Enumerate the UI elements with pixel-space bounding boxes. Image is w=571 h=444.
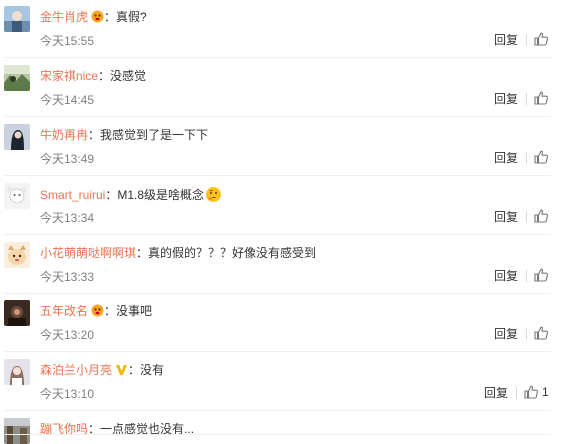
- comment-time: 今天13:49: [40, 152, 95, 166]
- comment-text: M1.8级是啥概念: [117, 188, 205, 202]
- comment-time: 今天14:45: [40, 93, 95, 107]
- comment-item: 金牛肖虎 ：真假? 今天15:55 回复: [0, 0, 571, 58]
- thumbs-up-icon: [534, 150, 548, 164]
- comment-item: 宋家祺nice：没感觉 今天14:45 回复: [0, 59, 571, 117]
- like-button[interactable]: [533, 208, 549, 224]
- thumbs-up-icon: [534, 32, 548, 46]
- reply-button[interactable]: 回复: [494, 151, 518, 165]
- thumbs-up-icon: [524, 385, 538, 399]
- comment-text: 没事吧: [116, 304, 153, 318]
- reply-button[interactable]: 回复: [494, 210, 518, 224]
- like-button[interactable]: [533, 267, 549, 283]
- colon-separator: ：: [98, 69, 111, 83]
- thumbs-up-icon: [534, 209, 548, 223]
- avatar[interactable]: [4, 183, 30, 209]
- like-count: 1: [542, 385, 549, 399]
- thumbs-up-icon: [534, 326, 548, 340]
- divider: [526, 152, 527, 164]
- comment-text: 我感觉到了是一下下: [100, 128, 209, 142]
- comment-text: 真的假的？？？好像没有感受到: [148, 246, 317, 260]
- colon-separator: ：: [88, 128, 101, 142]
- like-button[interactable]: [533, 31, 549, 47]
- like-button[interactable]: 1: [523, 384, 549, 400]
- reply-button[interactable]: 回复: [484, 386, 508, 400]
- username-link[interactable]: 宋家祺nice: [40, 69, 98, 83]
- comment-item: 五年改名 ：没事吧 今天13:20 回复: [0, 294, 571, 352]
- comment-item: 小花萌萌哒啊啊琪：真的假的？？？好像没有感受到 今天13:33 回复: [0, 236, 571, 294]
- avatar[interactable]: [4, 300, 30, 326]
- comment-item: Smart_ruirui：M1.8级是啥概念 今天13:34 回复: [0, 177, 571, 235]
- like-button[interactable]: [533, 90, 549, 106]
- divider: [526, 328, 527, 340]
- comment-line: 小花萌萌哒啊啊琪：真的假的？？？好像没有感受到: [40, 245, 316, 261]
- comment-line: 牛奶再冉：我感觉到了是一下下: [40, 127, 208, 143]
- divider: [526, 93, 527, 105]
- comment-text: 没感觉: [110, 69, 147, 83]
- username-link[interactable]: 森泊兰小月亮: [40, 363, 112, 377]
- comment-line: 宋家祺nice：没感觉: [40, 68, 146, 84]
- divider: [516, 387, 517, 399]
- avatar[interactable]: [4, 65, 30, 91]
- username-link[interactable]: 牛奶再冉: [40, 128, 88, 142]
- orange-emoji-badge-icon[interactable]: [91, 10, 104, 23]
- reply-button[interactable]: 回复: [494, 327, 518, 341]
- reply-button[interactable]: 回复: [494, 269, 518, 283]
- username-link[interactable]: 蹦飞你吗: [40, 422, 88, 436]
- username-link[interactable]: 小花萌萌哒啊啊琪: [40, 246, 136, 260]
- comment-time: 今天13:33: [40, 270, 95, 284]
- reply-button[interactable]: 回复: [494, 92, 518, 106]
- comment-text: 真假?: [116, 10, 147, 24]
- thinking-emoji-icon: [205, 186, 222, 203]
- comment-line: 森泊兰小月亮 ：没有: [40, 362, 164, 378]
- avatar[interactable]: [4, 124, 30, 150]
- colon-separator: ：: [128, 363, 141, 377]
- username-link[interactable]: 金牛肖虎: [40, 10, 88, 24]
- comment-time: 今天13:10: [40, 387, 95, 401]
- avatar[interactable]: [4, 359, 30, 385]
- avatar[interactable]: [4, 242, 30, 268]
- reply-button[interactable]: 回复: [494, 33, 518, 47]
- comment-item: 蹦飞你吗：一点感觉也没有...: [0, 412, 571, 444]
- colon-separator: ：: [104, 304, 117, 318]
- divider: [526, 270, 527, 282]
- comment-time: 今天15:55: [40, 34, 95, 48]
- comment-line: 五年改名 ：没事吧: [40, 303, 152, 319]
- colon-separator: ：: [88, 422, 101, 436]
- comment-item: 森泊兰小月亮 ：没有 今天13:10 回复 1: [0, 353, 571, 411]
- colon-separator: ：: [104, 10, 117, 24]
- avatar[interactable]: [4, 6, 30, 32]
- divider: [526, 211, 527, 223]
- comment-item: 牛奶再冉：我感觉到了是一下下 今天13:49 回复: [0, 118, 571, 176]
- username-link[interactable]: Smart_ruirui: [40, 188, 105, 202]
- avatar[interactable]: [4, 418, 30, 444]
- thumbs-up-icon: [534, 91, 548, 105]
- like-button[interactable]: [533, 325, 549, 341]
- like-button[interactable]: [533, 149, 549, 165]
- comment-line: 金牛肖虎 ：真假?: [40, 9, 147, 25]
- colon-separator: ：: [136, 246, 149, 260]
- comment-text: 没有: [140, 363, 165, 377]
- colon-separator: ：: [105, 188, 118, 202]
- divider: [526, 34, 527, 46]
- comment-time: 今天13:34: [40, 211, 95, 225]
- comment-text: 一点感觉也没有...: [100, 422, 195, 436]
- username-link[interactable]: 五年改名: [40, 304, 88, 318]
- comment-time: 今天13:20: [40, 328, 95, 342]
- comment-line: Smart_ruirui：M1.8级是啥概念: [40, 186, 222, 203]
- orange-emoji-badge-icon[interactable]: [91, 304, 104, 317]
- thumbs-up-icon: [534, 268, 548, 282]
- v-badge-yellow-icon[interactable]: [115, 363, 128, 376]
